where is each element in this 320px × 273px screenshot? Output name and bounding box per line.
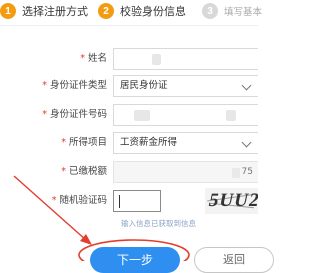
step-3: 3 填写基本: [202, 2, 262, 20]
captcha-hint-link[interactable]: 输入信息已获取到信息: [121, 218, 196, 229]
registration-stepper: 1 选择注册方式 2 校验身份信息 3 填写基本: [0, 0, 262, 26]
row-tax-paid: * 已缴税额 75: [0, 159, 258, 185]
step-1: 1 选择注册方式: [0, 2, 88, 20]
row-id-type: * 身份证件类型 居民身份证: [0, 73, 258, 99]
row-income-item: * 所得项目 工资薪金所得: [0, 130, 258, 156]
redacted-value: [232, 168, 240, 178]
next-step-button[interactable]: 下一步: [90, 247, 180, 273]
income-item-select[interactable]: 工资薪金所得: [113, 132, 258, 154]
step-3-label: 填写基本: [224, 7, 263, 18]
id-type-select[interactable]: 居民身份证: [113, 75, 258, 97]
captcha-image[interactable]: 5UU2: [205, 188, 258, 214]
id-number-label: * 身份证件号码: [42, 109, 107, 120]
tax-paid-label: * 已缴税额: [61, 166, 107, 177]
captcha-input[interactable]: [113, 190, 161, 212]
income-item-value: 工资薪金所得: [120, 137, 178, 148]
annotation-arrow-head: [80, 234, 92, 245]
tax-paid-field: 75: [113, 161, 258, 183]
tax-paid-value: 75: [241, 167, 253, 177]
id-type-label: * 身份证件类型: [42, 80, 107, 91]
chevron-down-icon: [241, 137, 252, 148]
redacted-value: [134, 110, 150, 121]
stepper-divider: [0, 25, 258, 26]
name-label: * 姓名: [80, 53, 107, 64]
step-1-number: 1: [0, 3, 16, 19]
text-caret: [119, 195, 120, 208]
id-number-input[interactable]: [113, 104, 258, 126]
captcha-label: * 随机验证码: [51, 195, 107, 206]
chevron-down-icon: [241, 80, 252, 91]
step-2-label: 校验身份信息: [120, 5, 186, 18]
row-name: * 姓名: [0, 46, 258, 72]
redacted-value: [152, 54, 161, 65]
step-3-number: 3: [202, 3, 218, 19]
row-captcha: * 随机验证码 5UU2: [0, 188, 258, 214]
step-2: 2 校验身份信息: [98, 2, 186, 20]
income-item-label: * 所得项目: [61, 137, 107, 148]
step-2-number: 2: [98, 3, 114, 19]
step-1-label: 选择注册方式: [22, 5, 88, 18]
back-button[interactable]: 返回: [194, 247, 274, 273]
row-id-number: * 身份证件号码: [0, 102, 258, 128]
name-input[interactable]: [113, 48, 258, 70]
captcha-text: 5UU2: [206, 190, 258, 211]
redacted-value: [226, 110, 236, 121]
id-type-value: 居民身份证: [120, 80, 168, 91]
